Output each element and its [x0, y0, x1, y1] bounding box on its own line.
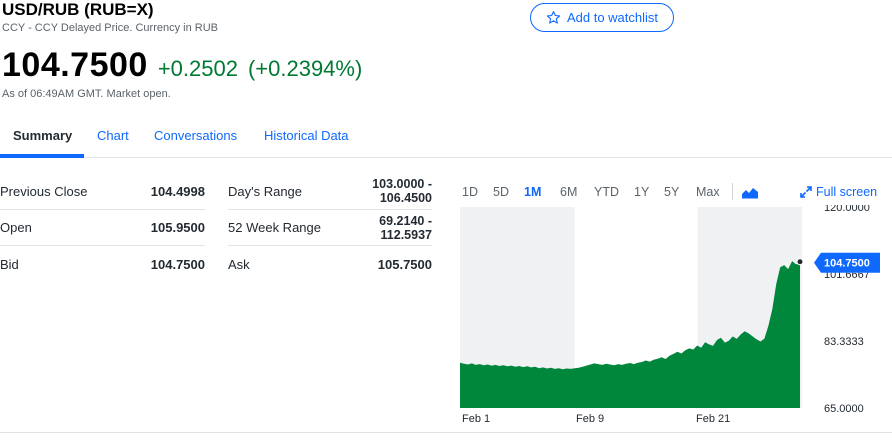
range-divider [732, 183, 733, 200]
range-ytd-button[interactable]: YTD [594, 185, 619, 199]
divider [0, 432, 892, 433]
quote-title: USD/RUB (RUB=X) [2, 0, 154, 19]
full-screen-label: Full screen [816, 185, 878, 199]
active-tab-indicator [0, 154, 84, 158]
range-max-button[interactable]: Max [696, 185, 720, 199]
stat-label: Open [0, 220, 32, 235]
tab-summary[interactable]: Summary [13, 128, 72, 143]
stat-label: Previous Close [0, 183, 88, 199]
range-high: 106.4500 [379, 191, 432, 205]
stat-row-days-range: Day's Range 103.0000 - 106.4500 [228, 173, 432, 210]
stat-value: 69.2140 - 112.5937 [379, 214, 432, 242]
watchlist-label: Add to watchlist [566, 10, 659, 25]
range-low: 69.2140 - [379, 213, 432, 228]
stat-value: 105.7500 [377, 256, 432, 272]
range-1m-button[interactable]: 1M [524, 185, 541, 199]
tab-chart[interactable]: Chart [97, 128, 129, 143]
stat-label: Bid [0, 256, 19, 272]
stat-label: Ask [228, 256, 250, 272]
full-screen-button[interactable]: Full screen [800, 185, 877, 199]
y-tick-label: 65.0000 [824, 403, 864, 415]
range-6m-button[interactable]: 6M [560, 185, 577, 199]
stat-value: 104.7500 [150, 256, 205, 272]
current-price-dot [796, 258, 804, 266]
market-status: As of 06:49AM GMT. Market open. [2, 88, 171, 100]
range-5d-button[interactable]: 5D [493, 185, 509, 199]
tab-conversations[interactable]: Conversations [154, 128, 237, 143]
x-tick-label: Feb 1 [462, 413, 490, 425]
stat-row-previous-close: Previous Close 104.4998 [0, 173, 205, 210]
range-5y-button[interactable]: 5Y [664, 185, 679, 199]
stat-value: 105.9500 [150, 220, 205, 235]
y-tick-label: 120.0000 [824, 205, 870, 214]
add-to-watchlist-button[interactable]: Add to watchlist [530, 3, 674, 32]
stat-value: 103.0000 - 106.4500 [372, 177, 432, 205]
stat-label: Day's Range [228, 183, 303, 199]
y-tick-label: 83.3333 [824, 336, 864, 348]
x-tick-label: Feb 21 [696, 413, 730, 425]
tab-historical-data[interactable]: Historical Data [264, 128, 349, 143]
stat-row-open: Open 105.9500 [0, 210, 205, 246]
price-area-chart[interactable]: 120.0000101.666783.333365.0000Feb 1 Feb 9… [460, 205, 892, 427]
expand-icon [800, 186, 812, 198]
x-tick-label: Feb 9 [576, 413, 604, 425]
range-high: 112.5937 [380, 227, 432, 242]
mountain-chart-icon[interactable] [741, 185, 759, 199]
stat-value: 104.4998 [150, 183, 205, 199]
stat-row-bid: Bid 104.7500 [0, 246, 205, 282]
current-price: 104.7500 [2, 46, 148, 84]
range-low: 103.0000 - [372, 177, 432, 191]
price-change-percent: (+0.2394%) [247, 56, 363, 81]
quote-tabs: Summary Chart Conversations Historical D… [0, 118, 892, 158]
range-1d-button[interactable]: 1D [462, 185, 478, 199]
quote-subtitle: CCY - CCY Delayed Price. Currency in RUB [2, 22, 218, 34]
star-icon [546, 11, 561, 24]
stat-row-52-week-range: 52 Week Range 69.2140 - 112.5937 [228, 210, 432, 246]
current-price-label: 104.7500 [824, 258, 870, 270]
price-change: +0.2502 [157, 56, 238, 81]
range-1y-button[interactable]: 1Y [634, 185, 649, 199]
stat-row-ask: Ask 105.7500 [228, 246, 432, 282]
stat-label: 52 Week Range [228, 220, 321, 235]
